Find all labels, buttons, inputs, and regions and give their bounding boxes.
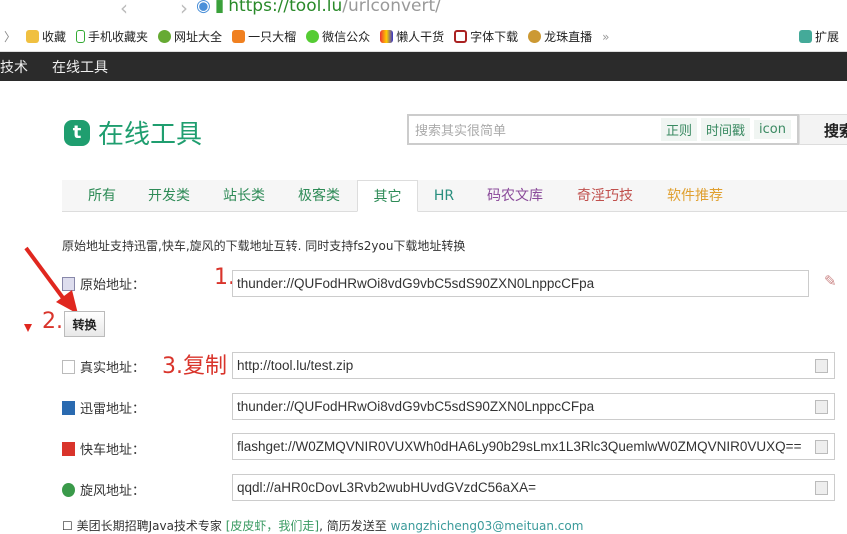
- wechat-icon: [306, 30, 320, 43]
- globe-icon: ◉: [196, 0, 211, 16]
- url-path: /urlconvert/: [342, 0, 441, 16]
- tab-hr[interactable]: HR: [427, 180, 461, 212]
- dragonball-icon: [528, 30, 542, 43]
- thunder-url-field[interactable]: thunder://QUFodHRwOi8vdG9vbC5sdS90ZXN0Ln…: [232, 393, 835, 420]
- annotation-step-3: 3.复制: [162, 354, 227, 379]
- tab-webmaster[interactable]: 站长类: [215, 180, 273, 212]
- plus-circle-icon: [158, 30, 172, 43]
- forward-icon[interactable]: ›: [180, 0, 188, 20]
- logo[interactable]: t 在线工具: [64, 114, 202, 151]
- tab-software[interactable]: 软件推荐: [660, 180, 730, 212]
- bookmark-label: 微信公众: [322, 30, 371, 44]
- back-icon[interactable]: ‹: [120, 0, 128, 20]
- nav-tech[interactable]: 技术: [0, 57, 28, 77]
- tab-geek[interactable]: 极客类: [290, 180, 348, 212]
- more-bookmarks-button[interactable]: »: [602, 30, 609, 44]
- description: 原始地址支持迅雷,快车,旋风的下载地址互转. 同时支持fs2you下载地址转换: [62, 239, 466, 253]
- browser-toolbar: ‹ › ◉ ▮ https://tool.lu/urlconvert/: [0, 0, 847, 22]
- logo-text: 在线工具: [98, 120, 203, 150]
- url-host: https://tool.lu: [228, 0, 343, 16]
- copy-icon[interactable]: [815, 400, 828, 414]
- bookmark-item[interactable]: 字体下载: [454, 28, 518, 45]
- phone-icon: [76, 30, 86, 43]
- footer-notice: ☐ 美团长期招聘Java技术专家 [皮皮虾，我们走], 简历发送至 wangzh…: [62, 517, 583, 534]
- bookmark-item[interactable]: 懒人干货: [380, 28, 444, 45]
- footer-text: ☐ 美团长期招聘Java技术专家: [62, 519, 226, 533]
- label-text: 迅雷地址：: [80, 402, 146, 417]
- search-placeholder: 搜索其实很简单: [415, 124, 507, 139]
- search-tag-icon[interactable]: icon: [754, 120, 791, 139]
- bookmark-label: 收藏: [42, 30, 67, 44]
- bookmark-label: 手机收藏夹: [88, 30, 149, 44]
- convert-button[interactable]: 转换: [64, 311, 105, 337]
- tab-all[interactable]: 所有: [76, 180, 128, 212]
- blank-document-icon: [62, 359, 75, 374]
- bookmarks-bar: 〉 收藏 手机收藏夹 网址大全 一只大榴 微信公众 懒人干货 字体下载 龙珠直播…: [0, 22, 847, 52]
- tab-tricks[interactable]: 奇淫巧技: [570, 180, 640, 212]
- bookmark-favorites[interactable]: 收藏: [26, 28, 66, 45]
- star-icon: [26, 30, 40, 43]
- real-url-field[interactable]: http://tool.lu/test.zip: [232, 352, 835, 379]
- footer-link[interactable]: [皮皮虾，我们走]: [226, 519, 319, 533]
- bookmark-label: 字体下载: [470, 30, 519, 44]
- extensions-button[interactable]: 扩展: [798, 28, 839, 45]
- label-text: 快车地址：: [80, 443, 146, 458]
- flashget-url-label: 快车地址：: [62, 439, 145, 458]
- search-button[interactable]: 搜索: [799, 114, 847, 145]
- bookmark-label: 一只大榴: [248, 30, 297, 44]
- logo-icon: t: [64, 119, 90, 146]
- nav-online-tools[interactable]: 在线工具: [52, 57, 108, 77]
- label-text: 旋风地址：: [80, 484, 146, 499]
- footer-email-link[interactable]: wangzhicheng03@meituan.com: [391, 519, 584, 533]
- thunder-icon: [62, 400, 75, 415]
- extensions-icon: [798, 30, 812, 43]
- copy-icon[interactable]: [815, 440, 828, 454]
- field-value: http://tool.lu/test.zip: [237, 358, 354, 373]
- field-value: flashget://W0ZMQVNIR0VUXWh0dHA6Ly90b29sL…: [237, 439, 802, 454]
- bookmark-item[interactable]: 微信公众: [306, 28, 370, 45]
- copy-icon[interactable]: [815, 359, 828, 373]
- thunder-url-label: 迅雷地址：: [62, 398, 145, 417]
- chevron-left-icon[interactable]: 〉: [4, 28, 16, 45]
- label-text: 原始地址：: [80, 278, 146, 293]
- field-value: qqdl://aHR0cDovL3Rvb2wubHUvdGVzdC56aXA=: [237, 480, 537, 495]
- bookmark-label: 网址大全: [174, 30, 223, 44]
- search-tag-timestamp[interactable]: 时间戳: [701, 118, 751, 141]
- search-tag-regex[interactable]: 正则: [661, 118, 698, 141]
- original-url-input[interactable]: thunder://QUFodHRwOi8vdG9vbC5sdS90ZXN0Ln…: [232, 270, 809, 297]
- font-icon: [454, 30, 468, 43]
- flashget-url-field[interactable]: flashget://W0ZMQVNIR0VUXWh0dHA6Ly90b29sL…: [232, 433, 835, 460]
- bookmark-label: 懒人干货: [396, 30, 445, 44]
- lock-icon: ▮: [214, 0, 225, 16]
- bookmark-item[interactable]: 一只大榴: [232, 28, 296, 45]
- tab-library[interactable]: 码农文库: [480, 180, 550, 212]
- bookmark-item[interactable]: 手机收藏夹: [76, 28, 148, 45]
- eraser-icon[interactable]: ✎: [824, 272, 837, 290]
- flashget-icon: [62, 441, 75, 456]
- qqdl-url-field[interactable]: qqdl://aHR0cDovL3Rvb2wubHUvdGVzdC56aXA=: [232, 474, 835, 501]
- label-text: 真实地址：: [80, 361, 146, 376]
- category-tabs: 所有 开发类 站长类 极客类 其它 HR 码农文库 奇淫巧技 软件推荐: [62, 180, 847, 212]
- copy-icon[interactable]: [815, 481, 828, 495]
- extensions-label: 扩展: [814, 30, 839, 44]
- qqdl-icon: [62, 482, 75, 497]
- address-bar[interactable]: ◉ ▮ https://tool.lu/urlconvert/: [196, 0, 441, 16]
- tab-dev[interactable]: 开发类: [140, 180, 198, 212]
- real-url-label: 真实地址：: [62, 357, 145, 376]
- bookmark-label: 龙珠直播: [544, 30, 593, 44]
- qqdl-url-label: 旋风地址：: [62, 480, 145, 499]
- bookmark-item[interactable]: 龙珠直播: [528, 28, 592, 45]
- plus-square-icon: [232, 30, 246, 43]
- tab-other[interactable]: 其它: [357, 180, 418, 212]
- bookmark-item[interactable]: 网址大全: [158, 28, 222, 45]
- colorful-icon: [380, 30, 394, 43]
- annotation-step-2: 2.: [42, 309, 63, 334]
- top-nav: 技术 在线工具: [0, 52, 847, 81]
- field-value: thunder://QUFodHRwOi8vdG9vbC5sdS90ZXN0Ln…: [237, 399, 595, 414]
- search-input[interactable]: 搜索其实很简单 正则 时间戳 icon: [407, 114, 799, 145]
- footer-text: , 简历发送至: [319, 519, 391, 533]
